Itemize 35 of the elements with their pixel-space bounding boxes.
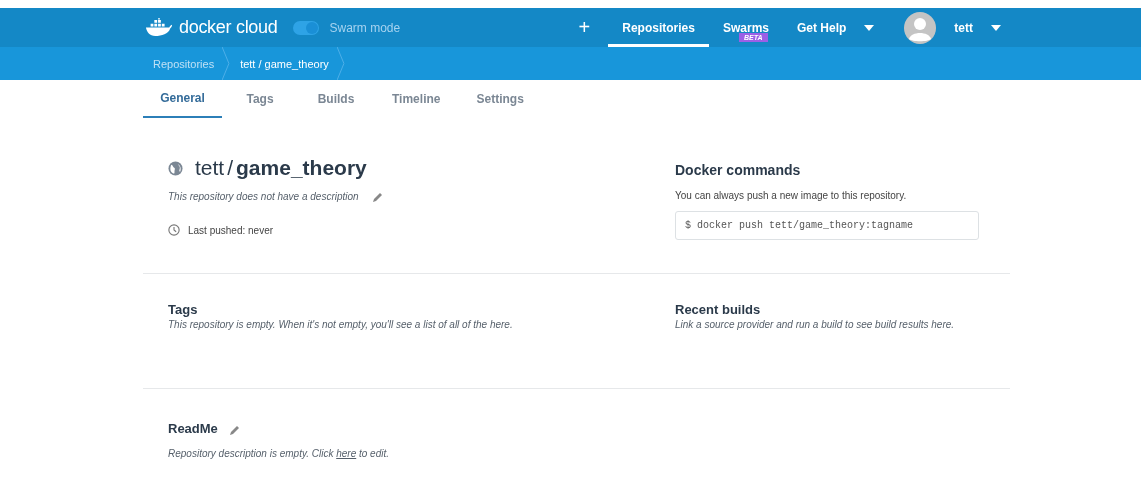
readme-text: Repository description is empty. Click here to edit. (168, 448, 391, 459)
add-button[interactable]: + (574, 16, 595, 39)
brand-name: docker cloud (179, 17, 278, 38)
command-field[interactable]: $ docker push tett/game_theory:tagname (675, 211, 979, 240)
section-text: Link a source provider and run a build to see build results here. (675, 319, 956, 330)
caret-icon (991, 24, 1001, 31)
avatar-icon[interactable] (904, 11, 937, 44)
globe-icon (168, 160, 183, 176)
pencil-icon[interactable] (229, 424, 240, 435)
clock-icon (168, 224, 180, 236)
repository-title: tett/game_theory (195, 156, 367, 180)
tab[interactable]: Builds (298, 80, 374, 118)
tab[interactable]: Settings (458, 80, 542, 118)
section-heading: Tags (168, 302, 199, 317)
section-text: This repository is empty. When it's not empty, you'll see a list of all of the here. (168, 319, 514, 330)
tab[interactable]: Tags (222, 80, 298, 118)
user-menu[interactable]: tett (954, 20, 1001, 35)
edit-link[interactable]: here (336, 448, 357, 459)
nav-item[interactable]: Get Help (783, 8, 889, 47)
section-heading: Recent builds (675, 302, 762, 317)
tab[interactable]: General (143, 80, 222, 118)
chevron-icon (336, 47, 345, 80)
repository-description: This repository does not have a description (168, 191, 359, 202)
whale-logo-icon (145, 18, 173, 37)
tab[interactable]: Timeline (374, 80, 459, 118)
last-pushed-text: Last pushed: never (188, 224, 274, 236)
section-text: You can always push a new image to this repository. (675, 190, 908, 201)
breadcrumb-link[interactable]: Repositories (153, 57, 215, 70)
swarm-mode-toggle[interactable] (293, 20, 320, 35)
chevron-icon (222, 47, 231, 80)
breadcrumb-link[interactable]: tett / game_theory (240, 57, 329, 70)
swarm-mode-label: Swarm mode (329, 20, 401, 35)
pencil-icon[interactable] (372, 191, 383, 202)
section-heading: Docker commands (675, 162, 802, 178)
section-heading: ReadMe (168, 421, 218, 436)
